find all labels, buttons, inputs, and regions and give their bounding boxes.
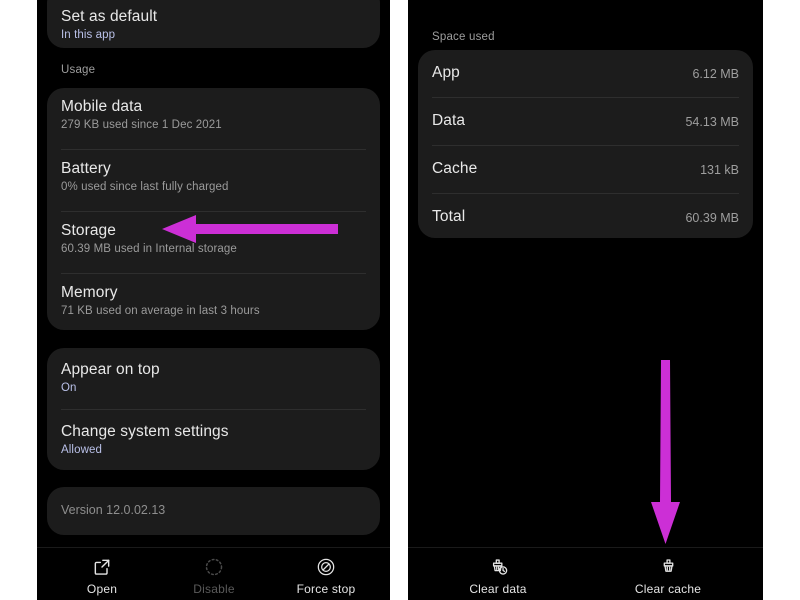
total-size-value: 60.39 MB [685,211,739,225]
clear-cache-broom-icon [613,557,723,579]
disable-button-label: Disable [193,582,235,596]
disable-button: Disable [159,557,269,596]
external-link-icon [47,557,157,579]
mobile-data-title: Mobile data [61,98,143,115]
set-as-default-row[interactable]: Set as default In this app [47,0,380,48]
battery-row[interactable]: Battery 0% used since last fully charged [47,150,380,210]
set-as-default-card[interactable]: Set as default In this app [47,0,380,48]
change-system-settings-subtitle: Allowed [61,444,102,456]
space-used-card: App 6.12 MB Data 54.13 MB Cache 131 kB T… [418,50,753,238]
permissions-card: Appear on top On Change system settings … [47,348,380,470]
clear-data-button-label: Clear data [469,582,527,596]
clear-cache-button[interactable]: Clear cache [613,557,723,596]
clear-data-broom-icon [443,557,553,579]
memory-row[interactable]: Memory 71 KB used on average in last 3 h… [47,274,380,332]
force-stop-button[interactable]: Force stop [271,557,381,596]
open-button-label: Open [86,582,118,596]
usage-section-label: Usage [61,64,96,76]
force-stop-icon [271,557,381,579]
data-size-row: Data 54.13 MB [418,98,753,145]
data-size-label: Data [432,112,466,129]
appear-on-top-title: Appear on top [61,361,160,378]
app-size-row: App 6.12 MB [418,50,753,97]
appear-on-top-row[interactable]: Appear on top On [47,348,380,408]
force-stop-button-label: Force stop [296,582,356,596]
app-info-scroll-area[interactable]: Set as default In this app Usage Mobile … [37,0,390,548]
annotation-arrow-to-clear-cache [648,360,684,549]
left-bottom-action-bar: Open Disable Force stop [37,547,390,600]
memory-title: Memory [61,284,118,301]
annotation-arrow-to-storage [162,214,338,249]
clear-data-button[interactable]: Clear data [443,557,553,596]
memory-subtitle: 71 KB used on average in last 3 hours [61,305,260,317]
storage-detail-panel: Space used App 6.12 MB Data 54.13 MB Cac… [408,0,763,600]
set-as-default-title: Set as default [61,8,158,25]
right-bottom-action-bar: Clear data Clear cache [408,547,763,600]
disable-dashed-circle-icon [159,557,269,579]
app-size-label: App [432,64,460,81]
total-size-row: Total 60.39 MB [418,194,753,238]
data-size-value: 54.13 MB [685,115,739,129]
app-size-value: 6.12 MB [692,67,739,81]
mobile-data-subtitle: 279 KB used since 1 Dec 2021 [61,119,222,131]
cache-size-value: 131 kB [700,163,739,177]
set-as-default-subtitle: In this app [61,29,116,41]
cache-size-row: Cache 131 kB [418,146,753,193]
change-system-settings-title: Change system settings [61,423,229,440]
storage-title: Storage [61,222,116,239]
usage-card: Mobile data 279 KB used since 1 Dec 2021… [47,88,380,330]
space-used-label: Space used [432,31,495,43]
clear-cache-button-label: Clear cache [634,582,702,596]
cache-size-label: Cache [432,160,478,177]
change-system-settings-row[interactable]: Change system settings Allowed [47,410,380,470]
battery-title: Battery [61,160,111,177]
version-card: Version 12.0.02.13 [47,487,380,535]
total-size-label: Total [432,208,466,225]
mobile-data-row[interactable]: Mobile data 279 KB used since 1 Dec 2021 [47,88,380,148]
screenshot-root: Set as default In this app Usage Mobile … [0,0,800,600]
version-text: Version 12.0.02.13 [61,503,166,517]
storage-scroll-area[interactable]: Space used App 6.12 MB Data 54.13 MB Cac… [408,0,763,548]
open-button[interactable]: Open [47,557,157,596]
app-info-panel: Set as default In this app Usage Mobile … [37,0,390,600]
battery-subtitle: 0% used since last fully charged [61,181,229,193]
appear-on-top-subtitle: On [61,382,77,394]
